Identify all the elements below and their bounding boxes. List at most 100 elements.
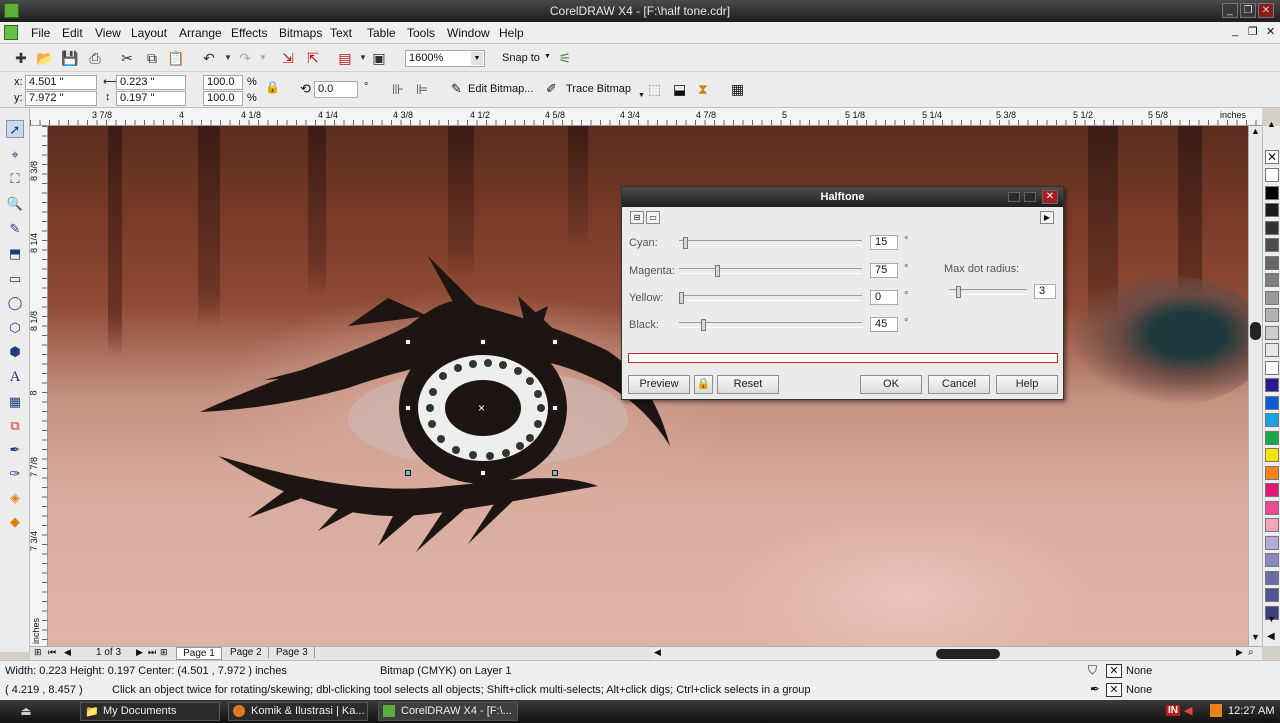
- menu-text[interactable]: Text: [330, 26, 352, 40]
- bitmap-color-mask-icon[interactable]: ⧗: [698, 81, 708, 98]
- vertical-scrollbar[interactable]: ▲ ▼: [1248, 126, 1262, 646]
- snap-to-button[interactable]: Snap to: [502, 52, 540, 64]
- cancel-button[interactable]: Cancel: [928, 375, 990, 394]
- task-coreldraw[interactable]: CorelDRAW X4 - [F:\...: [378, 702, 518, 721]
- color-swatch[interactable]: [1265, 308, 1279, 322]
- page-tab-2[interactable]: Page 2: [224, 647, 269, 658]
- menu-help[interactable]: Help: [499, 26, 524, 40]
- color-swatch[interactable]: [1265, 448, 1279, 462]
- auto-preview-lock-icon[interactable]: 🔒: [694, 375, 713, 394]
- ellipse-tool-icon[interactable]: ◯: [6, 294, 24, 312]
- edit-bitmap-icon[interactable]: ✎: [451, 81, 462, 97]
- task-browser[interactable]: Komik & Ilustrasi | Ka...: [228, 702, 368, 721]
- magenta-slider[interactable]: [679, 268, 862, 274]
- tray-app-icon[interactable]: [1210, 704, 1222, 717]
- fill-tool-icon[interactable]: ◈: [6, 489, 24, 507]
- yellow-value-field[interactable]: 0: [870, 290, 898, 305]
- black-slider-thumb[interactable]: [701, 319, 707, 331]
- menu-file[interactable]: File: [31, 26, 50, 40]
- color-swatch[interactable]: [1265, 465, 1279, 480]
- dialog-close-button[interactable]: ✕: [1042, 190, 1058, 204]
- selection-handle[interactable]: [480, 339, 486, 345]
- color-swatch[interactable]: [1265, 273, 1279, 287]
- expand-dialog-icon[interactable]: ▶: [1040, 211, 1054, 224]
- selection-handle[interactable]: [405, 405, 411, 411]
- palette-flyout-icon[interactable]: ◀: [1267, 631, 1275, 642]
- welcome-screen-icon[interactable]: ▣: [370, 49, 388, 67]
- y-position-field[interactable]: 7.972 ": [25, 91, 97, 106]
- menu-tools[interactable]: Tools: [407, 26, 435, 40]
- export-icon[interactable]: ⇱: [304, 49, 322, 67]
- doc-close-button[interactable]: ✕: [1266, 25, 1275, 38]
- vertical-scroll-thumb[interactable]: [1250, 322, 1261, 340]
- redo-dropdown-icon[interactable]: ▼: [254, 49, 272, 67]
- zoom-dropdown-icon[interactable]: ▼: [471, 52, 483, 65]
- wrap-text-icon[interactable]: ▦: [731, 81, 744, 98]
- last-page-icon[interactable]: ⏭: [148, 647, 156, 658]
- color-swatch[interactable]: [1265, 395, 1279, 410]
- magenta-value-field[interactable]: 75: [870, 263, 898, 278]
- selection-handle[interactable]: [552, 405, 558, 411]
- selection-handle[interactable]: [405, 339, 411, 345]
- fill-none-swatch[interactable]: ✕: [1106, 664, 1122, 678]
- next-page-icon[interactable]: ▶: [136, 647, 143, 658]
- new-document-icon[interactable]: ✚: [12, 49, 30, 67]
- redo-icon[interactable]: ↷: [236, 49, 254, 67]
- mirror-vertical-icon[interactable]: ⊫: [416, 81, 428, 98]
- menu-window[interactable]: Window: [447, 26, 490, 40]
- zoom-tool-icon[interactable]: 🔍: [6, 195, 24, 213]
- object-width-field[interactable]: 0.223 ": [116, 75, 186, 90]
- crop-bitmap-icon[interactable]: ⬚: [648, 81, 661, 98]
- smart-fill-tool-icon[interactable]: ⬒: [6, 245, 24, 263]
- color-swatch[interactable]: [1265, 168, 1279, 182]
- print-icon[interactable]: ⎙: [86, 49, 104, 67]
- minimize-button[interactable]: _: [1222, 3, 1238, 18]
- horizontal-ruler[interactable]: 3 7/8 4 4 1/8 4 1/4 4 3/8 4 1/2 4 5/8 4 …: [30, 108, 1262, 126]
- scroll-down-icon[interactable]: ▼: [1251, 632, 1260, 642]
- first-page-icon[interactable]: ⏮: [48, 647, 56, 658]
- selection-handle[interactable]: [552, 339, 558, 345]
- application-launcher-icon[interactable]: ▤: [336, 49, 354, 67]
- scroll-left-icon[interactable]: ◀: [654, 647, 661, 658]
- trace-bitmap-button[interactable]: Trace Bitmap: [566, 83, 631, 95]
- palette-scroll-up-icon[interactable]: ▲: [1267, 119, 1276, 129]
- color-swatch[interactable]: [1265, 325, 1279, 340]
- interactive-fill-tool-icon[interactable]: ◆: [6, 513, 24, 531]
- undo-icon[interactable]: ↶: [200, 49, 218, 67]
- navigator-icon[interactable]: ⌕: [1248, 647, 1254, 658]
- dialog-title[interactable]: Halftone ✕: [622, 187, 1063, 207]
- undo-dropdown-icon[interactable]: ▼: [219, 49, 237, 67]
- trace-dropdown-icon[interactable]: ▼: [638, 92, 645, 99]
- maximize-button[interactable]: ❐: [1240, 3, 1256, 18]
- max-dot-radius-slider[interactable]: [949, 289, 1027, 295]
- vertical-ruler[interactable]: 8 3/8 8 1/4 8 1/8 8 7 7/8 7 3/4 inches: [30, 126, 48, 646]
- eyedropper-tool-icon[interactable]: ✒: [6, 441, 24, 459]
- menu-arrange[interactable]: Arrange: [179, 26, 222, 40]
- single-preview-icon[interactable]: ▭: [646, 211, 660, 224]
- x-position-field[interactable]: 4.501 ": [25, 75, 97, 90]
- color-swatch[interactable]: [1265, 343, 1279, 357]
- interactive-blend-tool-icon[interactable]: ⧉: [6, 417, 24, 435]
- object-height-field[interactable]: 0.197 ": [116, 91, 186, 106]
- color-swatch[interactable]: [1265, 220, 1279, 235]
- scroll-up-icon[interactable]: ▲: [1251, 126, 1260, 136]
- start-button[interactable]: ⏏: [6, 702, 46, 721]
- reset-button[interactable]: Reset: [717, 375, 779, 394]
- selection-handle[interactable]: [480, 470, 486, 476]
- menu-edit[interactable]: Edit: [62, 26, 83, 40]
- save-icon[interactable]: 💾: [61, 49, 79, 67]
- color-swatch[interactable]: [1265, 238, 1279, 252]
- palette-scroll-down-icon[interactable]: ▼: [1267, 614, 1276, 624]
- cyan-slider[interactable]: [679, 240, 862, 246]
- color-swatch[interactable]: [1265, 500, 1279, 515]
- dialog-maximize-button[interactable]: [1024, 192, 1036, 202]
- crop-tool-icon[interactable]: ⛶: [6, 170, 24, 188]
- menu-layout[interactable]: Layout: [131, 26, 167, 40]
- menu-view[interactable]: View: [95, 26, 121, 40]
- outline-none-swatch[interactable]: ✕: [1106, 683, 1122, 697]
- max-dot-radius-thumb[interactable]: [955, 286, 961, 298]
- black-slider[interactable]: [679, 322, 862, 328]
- color-swatch[interactable]: [1265, 203, 1279, 217]
- color-swatch[interactable]: [1265, 185, 1279, 200]
- cyan-slider-thumb[interactable]: [682, 237, 688, 249]
